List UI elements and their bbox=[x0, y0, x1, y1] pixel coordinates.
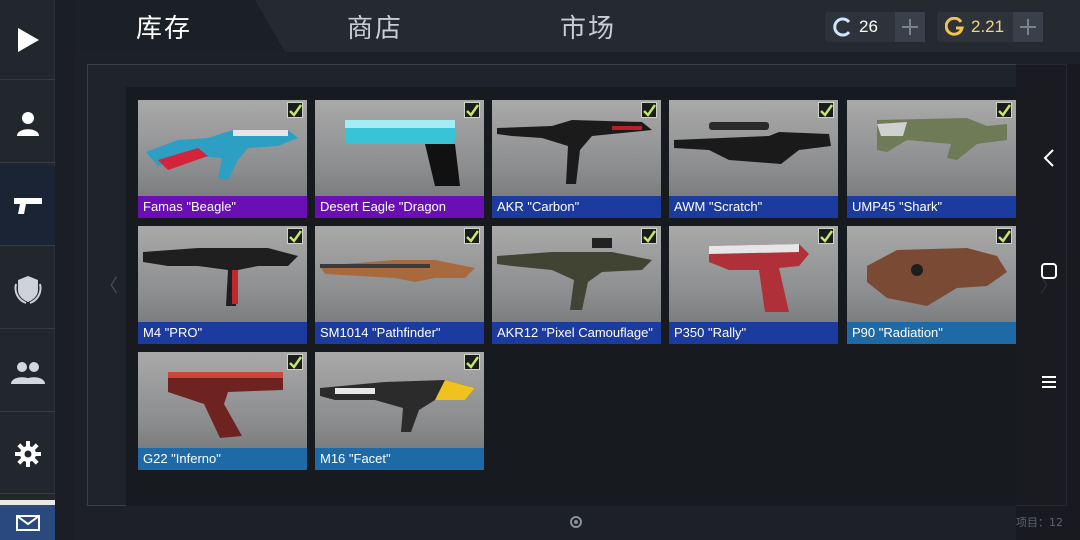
tab-market[interactable]: 市场 bbox=[560, 8, 616, 44]
gear-icon bbox=[14, 440, 41, 467]
gold-counter: 2.21 bbox=[937, 12, 1043, 42]
equipped-check-icon bbox=[996, 102, 1012, 118]
weapon-name-label: Famas "Beagle" bbox=[138, 196, 307, 218]
weapon-name-label: G22 "Inferno" bbox=[138, 448, 307, 470]
g-gold-icon bbox=[945, 17, 964, 36]
weapon-card[interactable]: P350 "Rally" bbox=[669, 226, 838, 344]
weapon-name-label: AKR12 "Pixel Camouflage" bbox=[492, 322, 661, 344]
page-indicator-dot bbox=[570, 516, 582, 528]
sidebar-item-play[interactable] bbox=[0, 0, 55, 80]
square-home-icon[interactable] bbox=[1040, 262, 1058, 280]
tab-inventory[interactable]: 库存 bbox=[136, 8, 192, 44]
sidebar-divider bbox=[55, 0, 75, 540]
weapon-card[interactable]: AKR12 "Pixel Camouflage" bbox=[492, 226, 661, 344]
plus-icon bbox=[1020, 19, 1036, 35]
friends-icon bbox=[10, 361, 45, 384]
chevron-left-icon[interactable] bbox=[1042, 149, 1056, 167]
weapon-name-label: UMP45 "Shark" bbox=[847, 196, 1016, 218]
plus-icon bbox=[902, 19, 918, 35]
c-coin-icon bbox=[833, 17, 851, 37]
weapon-image bbox=[497, 120, 652, 184]
weapon-card[interactable]: AWM "Scratch" bbox=[669, 100, 838, 218]
weapon-name-label: SM1014 "Pathfinder" bbox=[315, 322, 484, 344]
tab-shop[interactable]: 商店 bbox=[347, 8, 403, 44]
weapon-image bbox=[168, 372, 283, 438]
equipped-check-icon bbox=[818, 228, 834, 244]
weapon-name-label: AWM "Scratch" bbox=[669, 196, 838, 218]
equipped-check-icon bbox=[464, 102, 480, 118]
weapon-image bbox=[146, 130, 298, 180]
weapon-name-label: M4 "PRO" bbox=[138, 322, 307, 344]
add-coins-button[interactable] bbox=[895, 12, 925, 42]
page-prev-arrow[interactable]: 〈 bbox=[100, 272, 118, 298]
weapon-name-label: P350 "Rally" bbox=[669, 322, 838, 344]
weapon-name-label: AKR "Carbon" bbox=[492, 196, 661, 218]
mail-icon bbox=[15, 514, 40, 531]
equipped-check-icon bbox=[287, 228, 303, 244]
weapon-card[interactable]: M16 "Facet" bbox=[315, 352, 484, 470]
weapon-name-label: Desert Eagle "Dragon bbox=[315, 196, 484, 218]
weapon-image bbox=[320, 380, 475, 432]
game-inventory-screen: 库存 商店 市场 26 2.21 〈 〉 Famas "Beagle"Deser… bbox=[0, 0, 1080, 540]
weapon-image bbox=[345, 120, 460, 186]
equipped-check-icon bbox=[464, 354, 480, 370]
shield-icon bbox=[14, 275, 41, 304]
sidebar-item-clan[interactable] bbox=[0, 249, 55, 329]
equipped-check-icon bbox=[641, 102, 657, 118]
weapon-image bbox=[497, 238, 652, 310]
add-gold-button[interactable] bbox=[1013, 12, 1043, 42]
weapon-image bbox=[674, 122, 831, 164]
coins-counter: 26 bbox=[825, 12, 925, 42]
weapon-image bbox=[320, 260, 475, 282]
weapon-card[interactable]: SM1014 "Pathfinder" bbox=[315, 226, 484, 344]
weapon-card[interactable]: G22 "Inferno" bbox=[138, 352, 307, 470]
weapon-image bbox=[709, 244, 809, 312]
system-nav-bar bbox=[1016, 64, 1080, 540]
left-sidebar bbox=[0, 0, 55, 540]
weapon-card[interactable]: Famas "Beagle" bbox=[138, 100, 307, 218]
weapon-card[interactable]: M4 "PRO" bbox=[138, 226, 307, 344]
equipped-check-icon bbox=[464, 228, 480, 244]
sidebar-item-mail[interactable] bbox=[0, 500, 55, 540]
weapon-name-label: P90 "Radiation" bbox=[847, 322, 1016, 344]
item-count: 项目：12 bbox=[1016, 516, 1063, 529]
coins-value: 26 bbox=[859, 17, 878, 36]
equipped-check-icon bbox=[287, 354, 303, 370]
sidebar-item-settings[interactable] bbox=[0, 414, 55, 494]
sidebar-item-profile[interactable] bbox=[0, 83, 55, 163]
equipped-check-icon bbox=[287, 102, 303, 118]
weapon-card[interactable]: UMP45 "Shark" bbox=[847, 100, 1016, 218]
weapon-card[interactable]: Desert Eagle "Dragon bbox=[315, 100, 484, 218]
weapon-card[interactable]: P90 "Radiation" bbox=[847, 226, 1016, 344]
gold-value: 2.21 bbox=[971, 17, 1005, 36]
equipped-check-icon bbox=[818, 102, 834, 118]
equipped-check-icon bbox=[996, 228, 1012, 244]
pistol-icon bbox=[13, 197, 42, 214]
play-icon bbox=[17, 27, 39, 52]
weapon-name-label: M16 "Facet" bbox=[315, 448, 484, 470]
equipped-check-icon bbox=[641, 228, 657, 244]
weapon-image bbox=[143, 248, 298, 306]
weapon-image bbox=[877, 118, 1007, 160]
weapon-card[interactable]: AKR "Carbon" bbox=[492, 100, 661, 218]
sidebar-item-friends[interactable] bbox=[0, 332, 55, 412]
hamburger-menu-icon[interactable] bbox=[1040, 374, 1058, 390]
weapon-image bbox=[867, 248, 1007, 306]
user-icon bbox=[16, 111, 39, 136]
sidebar-item-weapons[interactable] bbox=[0, 166, 55, 246]
